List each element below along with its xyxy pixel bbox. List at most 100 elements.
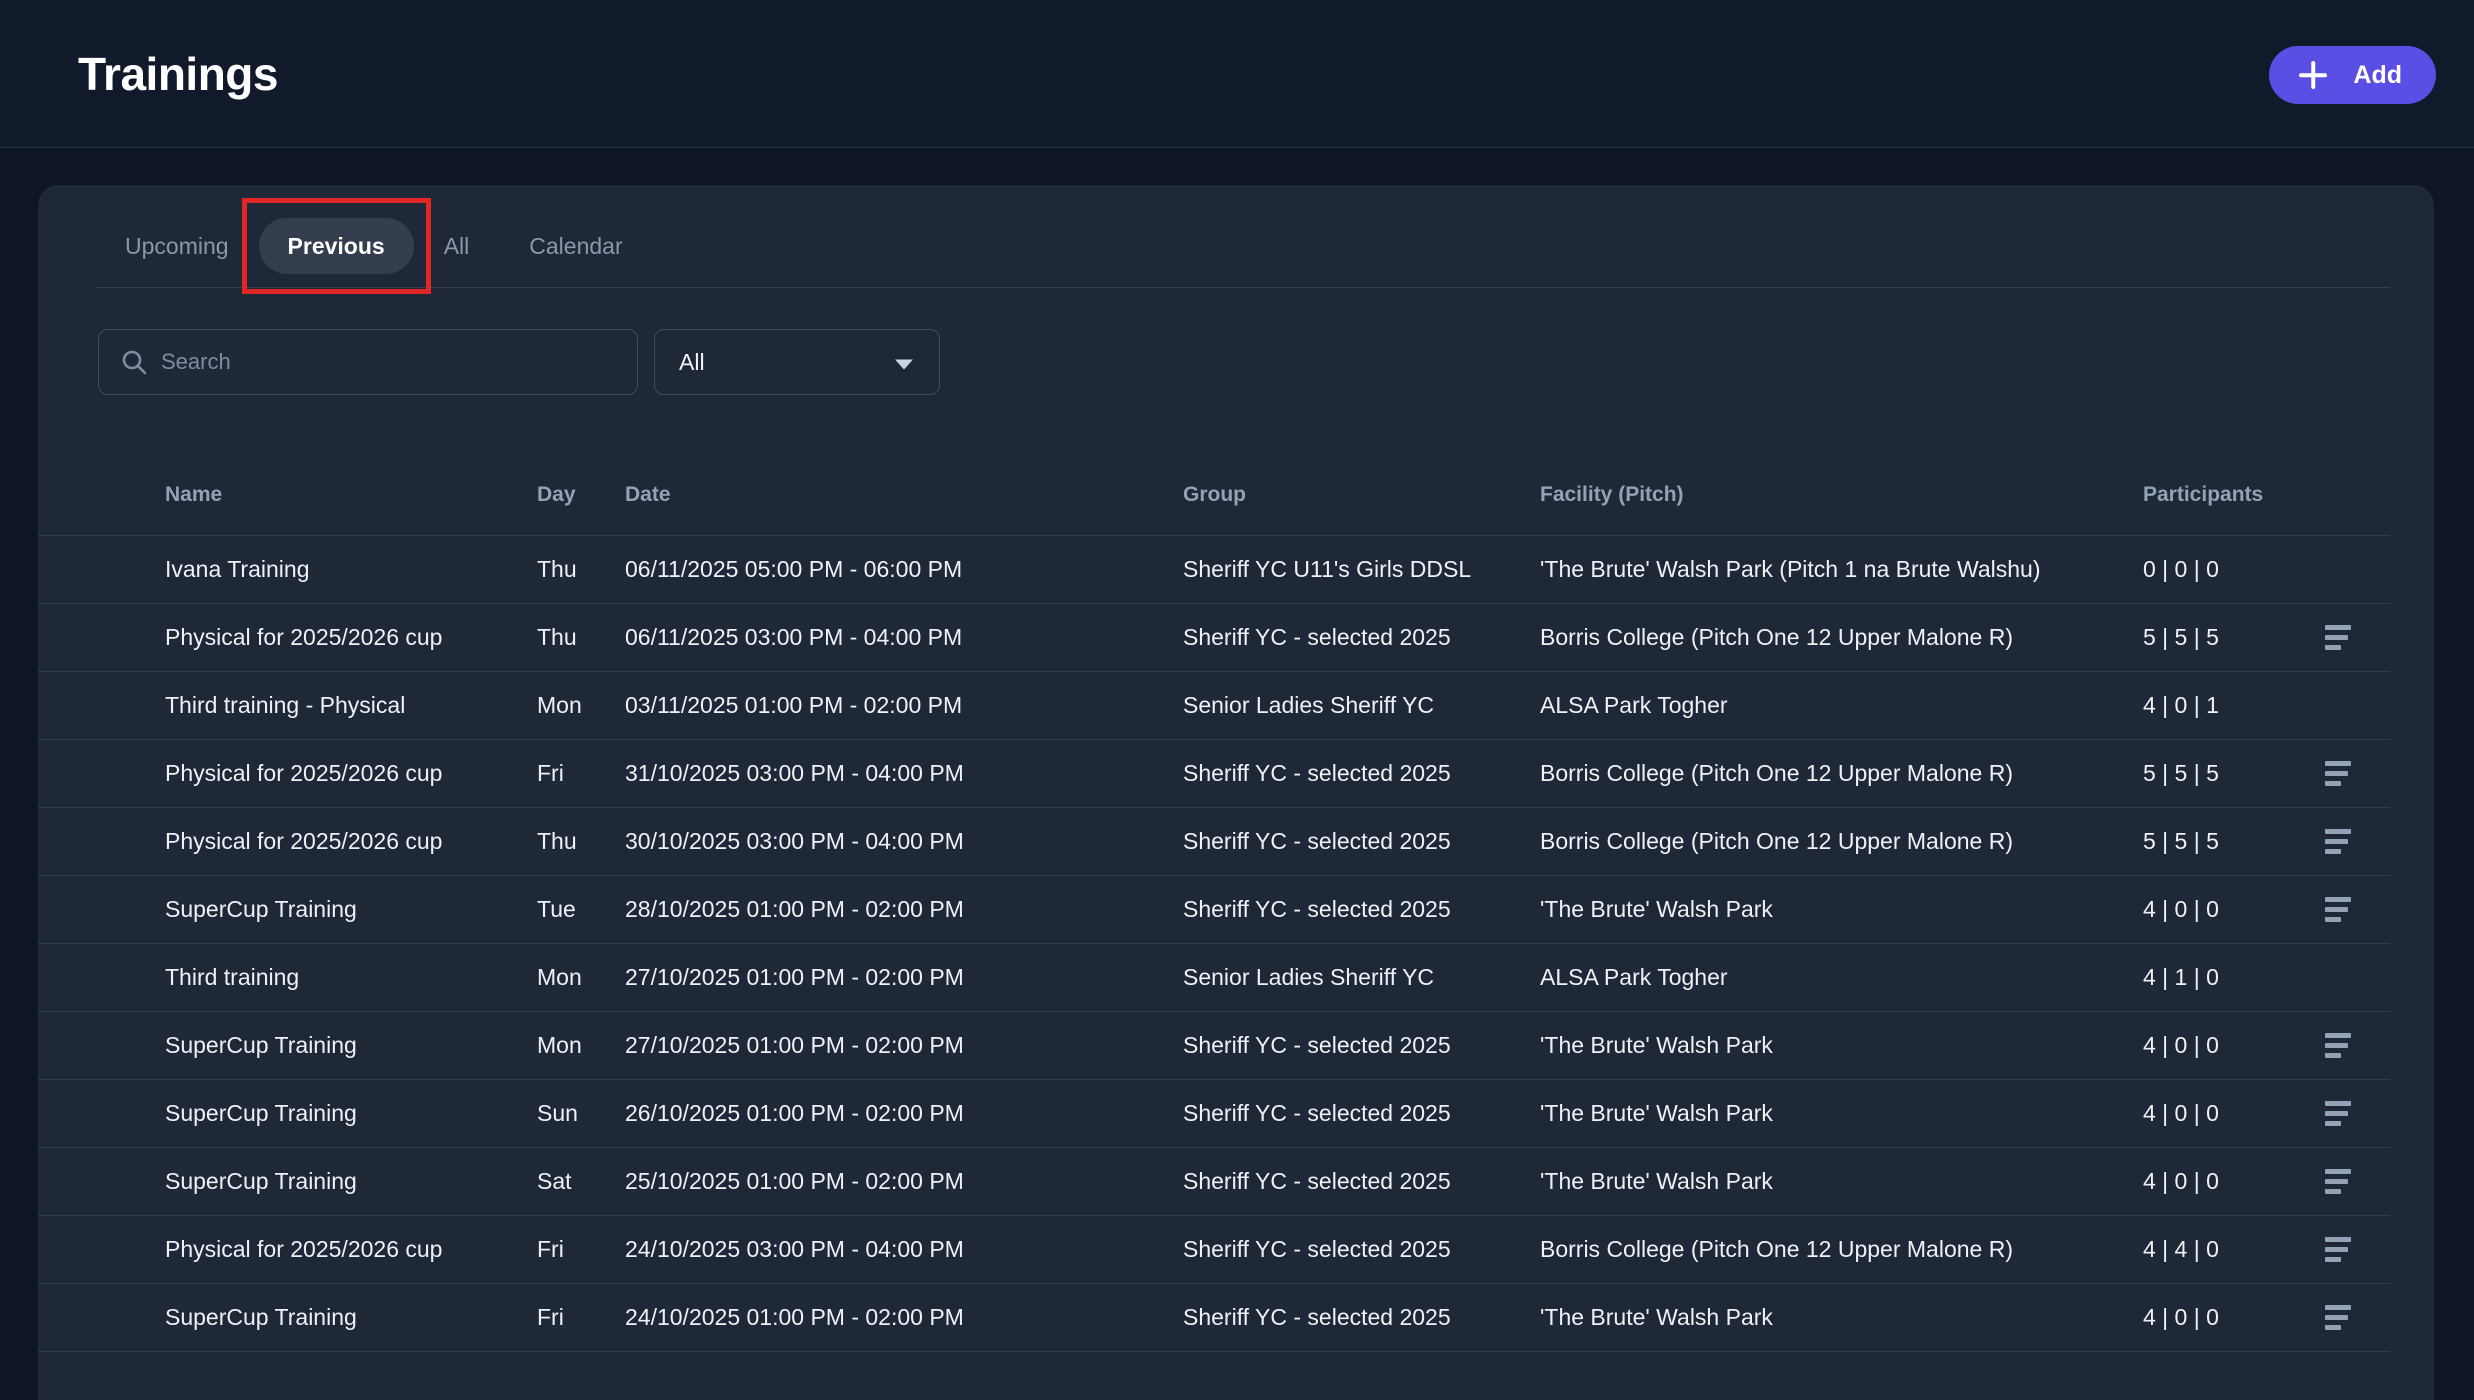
training-date: 26/10/2025 01:00 PM - 02:00 PM xyxy=(625,1100,1183,1127)
training-date: 27/10/2025 01:00 PM - 02:00 PM xyxy=(625,964,1183,991)
trainings-card: UpcomingPreviousAllCalendar All Name Day… xyxy=(38,185,2434,1400)
training-facility: 'The Brute' Walsh Park xyxy=(1540,1100,2143,1127)
table-row[interactable]: SuperCup Training Mon 27/10/2025 01:00 P… xyxy=(38,1012,2390,1080)
group-filter-select[interactable]: All xyxy=(654,329,940,395)
group-filter-value: All xyxy=(679,349,705,376)
column-header-group: Group xyxy=(1183,483,1540,507)
training-participants: 4 | 0 | 0 xyxy=(2143,1100,2287,1127)
table-row[interactable]: Physical for 2025/2026 cup Fri 31/10/202… xyxy=(38,740,2390,808)
training-group: Sheriff YC - selected 2025 xyxy=(1183,1032,1540,1059)
training-name: SuperCup Training xyxy=(38,896,537,923)
column-header-participants: Participants xyxy=(2143,483,2287,507)
training-name: Third training xyxy=(38,964,537,991)
training-day: Fri xyxy=(537,1236,625,1263)
training-group: Sheriff YC - selected 2025 xyxy=(1183,896,1540,923)
training-group: Sheriff YC - selected 2025 xyxy=(1183,1236,1540,1263)
tab-previous[interactable]: Previous xyxy=(259,218,414,274)
training-name: Ivana Training xyxy=(38,556,537,583)
training-day: Thu xyxy=(537,828,625,855)
training-facility: ALSA Park Togher xyxy=(1540,964,2143,991)
table-row[interactable]: SuperCup Training Sun 26/10/2025 01:00 P… xyxy=(38,1080,2390,1148)
table-header-row: Name Day Date Group Facility (Pitch) Par… xyxy=(38,455,2390,536)
training-group: Sheriff YC U11's Girls DDSL xyxy=(1183,556,1540,583)
training-facility: 'The Brute' Walsh Park (Pitch 1 na Brute… xyxy=(1540,556,2143,583)
tab-bar: UpcomingPreviousAllCalendar xyxy=(38,185,2434,287)
table-row[interactable]: SuperCup Training Tue 28/10/2025 01:00 P… xyxy=(38,876,2390,944)
training-day: Thu xyxy=(537,556,625,583)
table-row[interactable]: SuperCup Training Sat 25/10/2025 01:00 P… xyxy=(38,1148,2390,1216)
training-participants: 4 | 1 | 0 xyxy=(2143,964,2287,991)
row-notes-icon[interactable] xyxy=(2325,1101,2351,1126)
row-notes-icon[interactable] xyxy=(2325,1237,2351,1262)
training-date: 28/10/2025 01:00 PM - 02:00 PM xyxy=(625,896,1183,923)
training-participants: 5 | 5 | 5 xyxy=(2143,624,2287,651)
table-row[interactable]: Ivana Training Thu 06/11/2025 05:00 PM -… xyxy=(38,536,2390,604)
table-row[interactable]: Physical for 2025/2026 cup Thu 06/11/202… xyxy=(38,604,2390,672)
add-button[interactable]: Add xyxy=(2269,46,2436,104)
training-day: Fri xyxy=(537,760,625,787)
training-date: 30/10/2025 03:00 PM - 04:00 PM xyxy=(625,828,1183,855)
training-group: Sheriff YC - selected 2025 xyxy=(1183,760,1540,787)
training-participants: 5 | 5 | 5 xyxy=(2143,828,2287,855)
training-group: Senior Ladies Sheriff YC xyxy=(1183,964,1540,991)
chevron-down-icon xyxy=(895,360,913,370)
training-participants: 4 | 0 | 0 xyxy=(2143,1304,2287,1331)
training-day: Mon xyxy=(537,1032,625,1059)
training-name: SuperCup Training xyxy=(38,1100,537,1127)
training-name: SuperCup Training xyxy=(38,1168,537,1195)
filter-row: All xyxy=(98,329,2434,395)
row-notes-icon[interactable] xyxy=(2325,829,2351,854)
training-day: Mon xyxy=(537,692,625,719)
training-facility: 'The Brute' Walsh Park xyxy=(1540,1168,2143,1195)
training-date: 27/10/2025 01:00 PM - 02:00 PM xyxy=(625,1032,1183,1059)
training-facility: Borris College (Pitch One 12 Upper Malon… xyxy=(1540,624,2143,651)
training-group: Sheriff YC - selected 2025 xyxy=(1183,1100,1540,1127)
training-date: 24/10/2025 01:00 PM - 02:00 PM xyxy=(625,1304,1183,1331)
training-participants: 4 | 0 | 0 xyxy=(2143,896,2287,923)
trainings-table: Name Day Date Group Facility (Pitch) Par… xyxy=(38,455,2390,1352)
training-participants: 4 | 0 | 0 xyxy=(2143,1168,2287,1195)
table-row[interactable]: Third training - Physical Mon 03/11/2025… xyxy=(38,672,2390,740)
training-facility: 'The Brute' Walsh Park xyxy=(1540,1304,2143,1331)
tab-upcoming[interactable]: Upcoming xyxy=(95,218,259,274)
search-box xyxy=(98,329,638,395)
training-day: Mon xyxy=(537,964,625,991)
row-notes-icon[interactable] xyxy=(2325,897,2351,922)
training-date: 24/10/2025 03:00 PM - 04:00 PM xyxy=(625,1236,1183,1263)
column-header-day: Day xyxy=(537,483,625,507)
table-row[interactable]: Third training Mon 27/10/2025 01:00 PM -… xyxy=(38,944,2390,1012)
training-date: 06/11/2025 03:00 PM - 04:00 PM xyxy=(625,624,1183,651)
column-header-date: Date xyxy=(625,483,1183,507)
tab-calendar[interactable]: Calendar xyxy=(499,218,652,274)
table-row[interactable]: SuperCup Training Fri 24/10/2025 01:00 P… xyxy=(38,1284,2390,1352)
row-notes-icon[interactable] xyxy=(2325,625,2351,650)
training-group: Senior Ladies Sheriff YC xyxy=(1183,692,1540,719)
row-notes-icon[interactable] xyxy=(2325,1169,2351,1194)
training-date: 06/11/2025 05:00 PM - 06:00 PM xyxy=(625,556,1183,583)
training-name: Third training - Physical xyxy=(38,692,537,719)
training-group: Sheriff YC - selected 2025 xyxy=(1183,1168,1540,1195)
training-day: Sat xyxy=(537,1168,625,1195)
training-date: 25/10/2025 01:00 PM - 02:00 PM xyxy=(625,1168,1183,1195)
row-notes-icon[interactable] xyxy=(2325,1305,2351,1330)
training-facility: Borris College (Pitch One 12 Upper Malon… xyxy=(1540,760,2143,787)
row-notes-icon[interactable] xyxy=(2325,761,2351,786)
row-notes-icon[interactable] xyxy=(2325,1033,2351,1058)
training-participants: 5 | 5 | 5 xyxy=(2143,760,2287,787)
tab-all[interactable]: All xyxy=(414,218,500,274)
training-facility: 'The Brute' Walsh Park xyxy=(1540,1032,2143,1059)
training-day: Tue xyxy=(537,896,625,923)
tab-bar-divider xyxy=(95,287,2390,288)
column-header-name: Name xyxy=(38,483,537,507)
training-facility: Borris College (Pitch One 12 Upper Malon… xyxy=(1540,828,2143,855)
training-day: Sun xyxy=(537,1100,625,1127)
training-participants: 4 | 0 | 0 xyxy=(2143,1032,2287,1059)
training-name: Physical for 2025/2026 cup xyxy=(38,828,537,855)
training-participants: 0 | 0 | 0 xyxy=(2143,556,2287,583)
search-input[interactable] xyxy=(99,330,637,394)
table-row[interactable]: Physical for 2025/2026 cup Thu 30/10/202… xyxy=(38,808,2390,876)
table-row[interactable]: Physical for 2025/2026 cup Fri 24/10/202… xyxy=(38,1216,2390,1284)
add-button-label: Add xyxy=(2353,61,2402,90)
plus-icon xyxy=(2299,61,2327,89)
training-facility: ALSA Park Togher xyxy=(1540,692,2143,719)
